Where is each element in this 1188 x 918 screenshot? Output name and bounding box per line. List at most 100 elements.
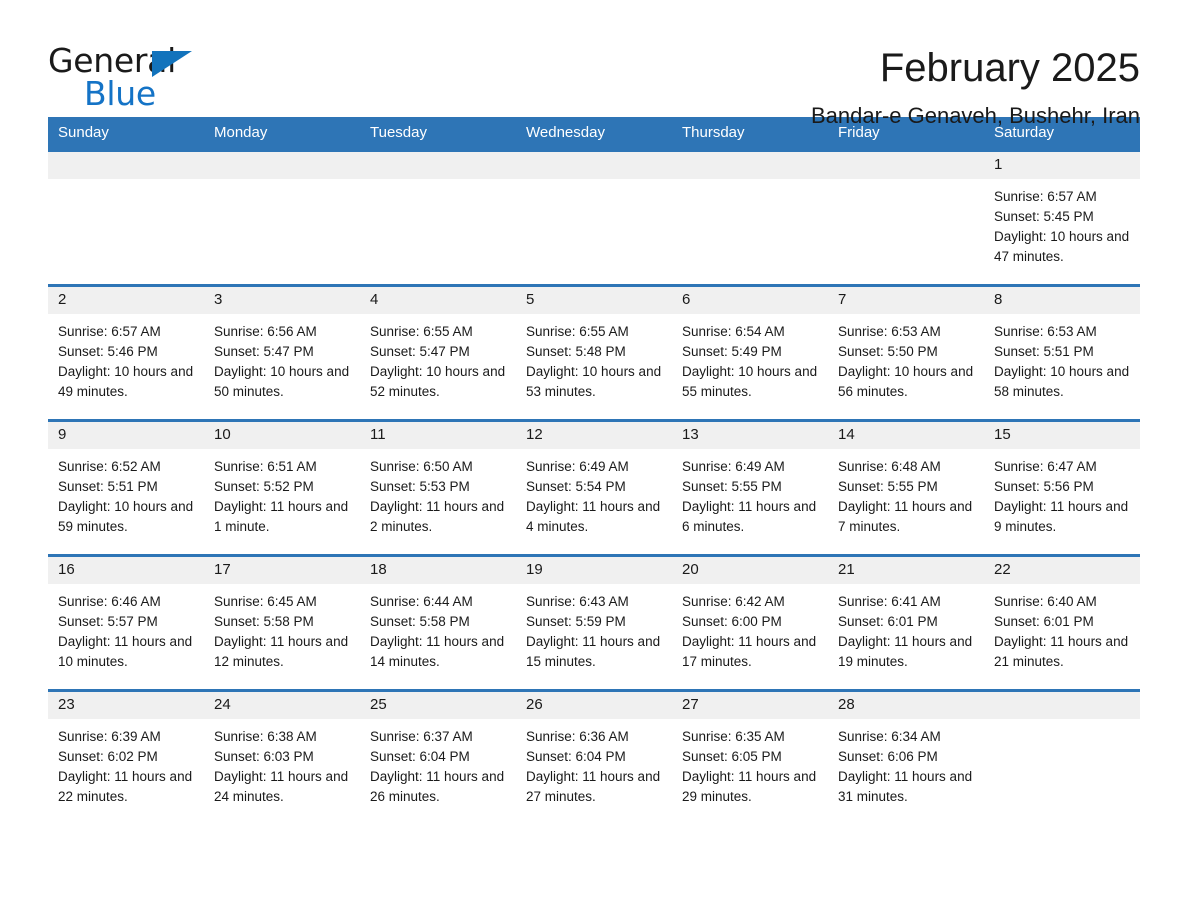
daylight-text: Daylight: 10 hours and 47 minutes. [994,229,1130,264]
title-block: February 2025 Bandar-e Genaveh, Bushehr,… [811,44,1140,128]
calendar-cell-empty [360,150,516,286]
calendar-day-cell[interactable]: 4 Sunrise: 6:55 AM Sunset: 5:47 PM Daylight… [360,285,516,421]
daylight-text: Daylight: 11 hours and 15 minutes. [526,634,661,669]
calendar-day-cell[interactable]: 12 Sunrise: 6:49 AM Sunset: 5:54 PM Dayligh… [516,420,672,556]
day-details: Sunrise: 6:37 AM Sunset: 6:04 PM Daylight:… [360,719,516,807]
calendar-day-cell[interactable]: 16 Sunrise: 6:46 AM Sunset: 5:57 PM Dayligh… [48,555,204,691]
calendar-day-cell[interactable]: 3 Sunrise: 6:56 AM Sunset: 5:47 PM Daylight… [204,285,360,421]
calendar-day-cell[interactable]: 27 Sunrise: 6:35 AM Sunset: 6:05 PM Dayligh… [672,690,828,826]
day-number: 2 [48,287,204,314]
weekday-header-monday: Monday [204,117,360,151]
generalblue-logo[interactable]: General Blue [48,44,208,118]
daylight-text: Daylight: 10 hours and 49 minutes. [58,364,194,399]
sunset-text: Sunset: 5:55 PM [682,479,782,494]
calendar-cell-empty [516,150,672,286]
calendar-day-cell[interactable]: 10 Sunrise: 6:51 AM Sunset: 5:52 PM Dayligh… [204,420,360,556]
day-number: 15 [984,422,1140,449]
calendar-day-cell[interactable]: 19 Sunrise: 6:43 AM Sunset: 5:59 PM Dayligh… [516,555,672,691]
day-details: Sunrise: 6:41 AM Sunset: 6:01 PM Daylight:… [828,584,984,672]
sunrise-text: Sunrise: 6:57 AM [994,189,1097,204]
sunset-text: Sunset: 5:56 PM [994,479,1094,494]
sunrise-text: Sunrise: 6:46 AM [58,594,161,609]
sunrise-text: Sunrise: 6:35 AM [682,729,785,744]
sunset-text: Sunset: 6:01 PM [838,614,938,629]
day-number: 4 [360,287,516,314]
sunset-text: Sunset: 6:06 PM [838,749,938,764]
day-details: Sunrise: 6:47 AM Sunset: 5:56 PM Daylight:… [984,449,1140,537]
calendar-cell-empty [48,150,204,286]
sunset-text: Sunset: 5:59 PM [526,614,626,629]
daylight-text: Daylight: 10 hours and 58 minutes. [994,364,1130,399]
calendar-day-cell[interactable]: 23 Sunrise: 6:39 AM Sunset: 6:02 PM Dayligh… [48,690,204,826]
sunset-text: Sunset: 5:49 PM [682,344,782,359]
calendar-day-cell[interactable]: 6 Sunrise: 6:54 AM Sunset: 5:49 PM Daylight… [672,285,828,421]
sunrise-text: Sunrise: 6:42 AM [682,594,785,609]
daylight-text: Daylight: 10 hours and 56 minutes. [838,364,974,399]
calendar-body: 1 Sunrise: 6:57 AM Sunset: 5:45 PM Daylight… [48,150,1140,826]
day-number: 22 [984,557,1140,584]
calendar-day-cell[interactable]: 7 Sunrise: 6:53 AM Sunset: 5:50 PM Daylight… [828,285,984,421]
calendar-day-cell[interactable]: 15 Sunrise: 6:47 AM Sunset: 5:56 PM Dayligh… [984,420,1140,556]
day-details: Sunrise: 6:39 AM Sunset: 6:02 PM Daylight:… [48,719,204,807]
day-details: Sunrise: 6:42 AM Sunset: 6:00 PM Daylight:… [672,584,828,672]
day-details: Sunrise: 6:49 AM Sunset: 5:54 PM Daylight:… [516,449,672,537]
sunset-text: Sunset: 5:53 PM [370,479,470,494]
calendar-week-row: 23 Sunrise: 6:39 AM Sunset: 6:02 PM Dayligh… [48,690,1140,826]
day-number: 8 [984,287,1140,314]
sunset-text: Sunset: 5:58 PM [370,614,470,629]
day-details: Sunrise: 6:35 AM Sunset: 6:05 PM Daylight:… [672,719,828,807]
calendar-day-cell[interactable]: 11 Sunrise: 6:50 AM Sunset: 5:53 PM Dayligh… [360,420,516,556]
day-details: Sunrise: 6:50 AM Sunset: 5:53 PM Daylight:… [360,449,516,537]
calendar-day-cell[interactable]: 17 Sunrise: 6:45 AM Sunset: 5:58 PM Dayligh… [204,555,360,691]
sunset-text: Sunset: 5:55 PM [838,479,938,494]
calendar-day-cell[interactable]: 2 Sunrise: 6:57 AM Sunset: 5:46 PM Daylight… [48,285,204,421]
calendar-day-cell[interactable]: 9 Sunrise: 6:52 AM Sunset: 5:51 PM Daylight… [48,420,204,556]
daylight-text: Daylight: 10 hours and 52 minutes. [370,364,506,399]
daylight-text: Daylight: 11 hours and 10 minutes. [58,634,193,669]
sunset-text: Sunset: 6:04 PM [526,749,626,764]
daylight-text: Daylight: 10 hours and 50 minutes. [214,364,350,399]
daylight-text: Daylight: 11 hours and 14 minutes. [370,634,505,669]
day-details: Sunrise: 6:55 AM Sunset: 5:47 PM Daylight:… [360,314,516,402]
sunrise-text: Sunrise: 6:49 AM [682,459,785,474]
day-details: Sunrise: 6:44 AM Sunset: 5:58 PM Daylight:… [360,584,516,672]
day-number [984,692,1140,719]
calendar-day-cell[interactable]: 5 Sunrise: 6:55 AM Sunset: 5:48 PM Daylight… [516,285,672,421]
day-details: Sunrise: 6:46 AM Sunset: 5:57 PM Daylight:… [48,584,204,672]
day-details: Sunrise: 6:53 AM Sunset: 5:50 PM Daylight:… [828,314,984,402]
weekday-header-wednesday: Wednesday [516,117,672,151]
calendar-day-cell[interactable]: 24 Sunrise: 6:38 AM Sunset: 6:03 PM Dayligh… [204,690,360,826]
calendar-day-cell[interactable]: 21 Sunrise: 6:41 AM Sunset: 6:01 PM Dayligh… [828,555,984,691]
day-number [516,152,672,179]
sunset-text: Sunset: 5:52 PM [214,479,314,494]
day-number: 11 [360,422,516,449]
calendar-day-cell[interactable]: 25 Sunrise: 6:37 AM Sunset: 6:04 PM Dayligh… [360,690,516,826]
calendar-day-cell[interactable]: 26 Sunrise: 6:36 AM Sunset: 6:04 PM Dayligh… [516,690,672,826]
calendar-day-cell[interactable]: 22 Sunrise: 6:40 AM Sunset: 6:01 PM Dayligh… [984,555,1140,691]
day-number: 12 [516,422,672,449]
sunrise-text: Sunrise: 6:56 AM [214,324,317,339]
calendar-day-cell[interactable]: 18 Sunrise: 6:44 AM Sunset: 5:58 PM Dayligh… [360,555,516,691]
day-details: Sunrise: 6:45 AM Sunset: 5:58 PM Daylight:… [204,584,360,672]
page-title: February 2025 [879,46,1140,90]
sunrise-text: Sunrise: 6:45 AM [214,594,317,609]
day-number [360,152,516,179]
day-details: Sunrise: 6:54 AM Sunset: 5:49 PM Daylight:… [672,314,828,402]
calendar-day-cell[interactable]: 28 Sunrise: 6:34 AM Sunset: 6:06 PM Dayligh… [828,690,984,826]
day-number [204,152,360,179]
calendar-day-cell[interactable]: 8 Sunrise: 6:53 AM Sunset: 5:51 PM Daylight… [984,285,1140,421]
day-number: 27 [672,692,828,719]
sunset-text: Sunset: 6:01 PM [994,614,1094,629]
day-number [672,152,828,179]
calendar-day-cell[interactable]: 20 Sunrise: 6:42 AM Sunset: 6:00 PM Dayligh… [672,555,828,691]
weekday-header-sunday: Sunday [48,117,204,151]
sunrise-text: Sunrise: 6:53 AM [994,324,1097,339]
calendar-day-cell[interactable]: 1 Sunrise: 6:57 AM Sunset: 5:45 PM Daylight… [984,150,1140,286]
day-number: 7 [828,287,984,314]
daylight-text: Daylight: 10 hours and 53 minutes. [526,364,662,399]
calendar-day-cell[interactable]: 14 Sunrise: 6:48 AM Sunset: 5:55 PM Dayligh… [828,420,984,556]
sunset-text: Sunset: 5:57 PM [58,614,158,629]
day-number [48,152,204,179]
calendar-day-cell[interactable]: 13 Sunrise: 6:49 AM Sunset: 5:55 PM Dayligh… [672,420,828,556]
daylight-text: Daylight: 10 hours and 55 minutes. [682,364,818,399]
